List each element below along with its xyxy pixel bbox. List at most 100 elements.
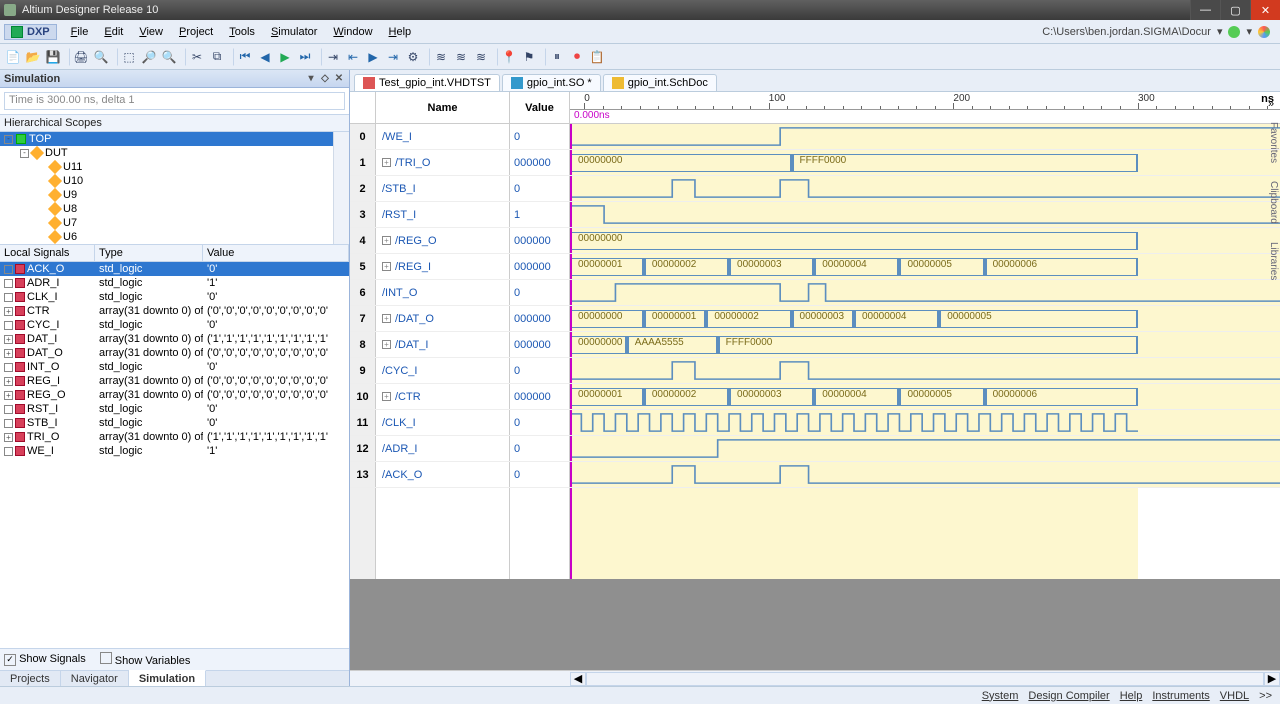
zoom-fit-icon[interactable]: ⬚ [120, 48, 138, 66]
tab-navigator[interactable]: Navigator [61, 671, 129, 686]
cut-icon[interactable]: ✂ [188, 48, 206, 66]
signal-row[interactable]: +REG_Oarray(31 downto 0) of :('0','0','0… [0, 388, 349, 402]
tree-node[interactable]: U11 [0, 160, 349, 174]
step-icon[interactable]: ⇥ [324, 48, 342, 66]
cursor-play-icon[interactable]: ▶ [364, 48, 382, 66]
settings-icon[interactable]: ⚙ [404, 48, 422, 66]
status-vhdl[interactable]: VHDL [1220, 690, 1249, 702]
wave-c-icon[interactable]: ≋ [472, 48, 490, 66]
show-variables-checkbox[interactable]: Show Variables [100, 652, 191, 667]
pin-icon[interactable]: ◇ [319, 73, 331, 85]
menu-file[interactable]: File [63, 23, 97, 41]
wave-row[interactable]: 12/ADR_I0 [350, 436, 1280, 462]
wave-row[interactable]: 11/CLK_I0 [350, 410, 1280, 436]
tree-node[interactable]: U8 [0, 202, 349, 216]
wave-row[interactable]: 10+/CTR000000000000010000000200000003000… [350, 384, 1280, 410]
tree-node[interactable]: U7 [0, 216, 349, 230]
signal-row[interactable]: INT_Ostd_logic'0' [0, 360, 349, 374]
signal-row[interactable]: +CTRarray(31 downto 0) of :('0','0','0',… [0, 304, 349, 318]
stop-icon[interactable]: ⏺ [568, 48, 586, 66]
print-icon[interactable]: 🖨 [72, 48, 90, 66]
color-wheel-icon[interactable] [1258, 26, 1270, 38]
signal-row[interactable]: WE_Istd_logic'1' [0, 444, 349, 458]
wave-row[interactable]: 3/RST_I1 [350, 202, 1280, 228]
menu-edit[interactable]: Edit [96, 23, 131, 41]
preview-icon[interactable]: 🔍 [92, 48, 110, 66]
signal-row[interactable]: +REG_Iarray(31 downto 0) of :('0','0','0… [0, 374, 349, 388]
wave-row[interactable]: 4+/REG_O00000000000000 [350, 228, 1280, 254]
time-ruler[interactable]: 0100200300 0.000ns ns [570, 92, 1280, 123]
new-icon[interactable]: 📄 [4, 48, 22, 66]
signal-row[interactable]: +DAT_Iarray(31 downto 0) of :('1','1','1… [0, 332, 349, 346]
signal-row[interactable]: CLK_Istd_logic'0' [0, 290, 349, 304]
wave-row[interactable]: 2/STB_I0 [350, 176, 1280, 202]
status-more[interactable]: >> [1259, 690, 1272, 702]
recent-path[interactable]: C:\Users\ben.jordan.SIGMA\Docur [1042, 26, 1211, 38]
signal-row[interactable]: ACK_Ostd_logic'0' [0, 262, 349, 276]
favorites-tab[interactable]: Favorites [1262, 116, 1280, 169]
wave-row[interactable]: 9/CYC_I0 [350, 358, 1280, 384]
wave-row[interactable]: 8+/DAT_I00000000000000AAAA5555FFFF0000 [350, 332, 1280, 358]
copy-icon[interactable]: ⧉ [208, 48, 226, 66]
tree-node[interactable]: -DUT [0, 146, 349, 160]
signal-row[interactable]: ADR_Istd_logic'1' [0, 276, 349, 290]
scrollbar[interactable] [333, 132, 349, 244]
zoom-out-icon[interactable]: 🔍 [160, 48, 178, 66]
show-signals-checkbox[interactable]: ✓ Show Signals [4, 653, 86, 666]
wave-row[interactable]: 1+/TRI_O00000000000000FFFF0000 [350, 150, 1280, 176]
tab-simulation[interactable]: Simulation [129, 670, 206, 686]
menu-tools[interactable]: Tools [221, 23, 263, 41]
menu-project[interactable]: Project [171, 23, 221, 41]
horizontal-scrollbar[interactable]: ◀▶ [350, 670, 1280, 686]
doc-tab[interactable]: Test_gpio_int.VHDTST [354, 74, 500, 91]
status-design-compiler[interactable]: Design Compiler [1028, 690, 1109, 702]
cursor-right-icon[interactable]: ⇥ [384, 48, 402, 66]
tab-projects[interactable]: Projects [0, 671, 61, 686]
hierarchy-tree[interactable]: -TOP-DUTU11U10U9U8U7U6 [0, 132, 349, 245]
close-panel-icon[interactable]: ✕ [333, 73, 345, 85]
wave-row[interactable]: 7+/DAT_O00000000000000000000010000000200… [350, 306, 1280, 332]
minimize-button[interactable]: — [1190, 0, 1220, 20]
last-icon[interactable]: ⏭ [296, 48, 314, 66]
signal-row[interactable]: +DAT_Oarray(31 downto 0) of :('0','0','0… [0, 346, 349, 360]
doc-tab[interactable]: gpio_int.SchDoc [603, 74, 717, 91]
maximize-button[interactable]: ▢ [1220, 0, 1250, 20]
clipboard-tab[interactable]: Clipboard [1262, 175, 1280, 230]
wave-a-icon[interactable]: ≋ [432, 48, 450, 66]
panel-header[interactable]: Simulation ▾ ◇ ✕ [0, 70, 349, 88]
wave-row[interactable]: 0/WE_I0 [350, 124, 1280, 150]
marker-icon[interactable]: 📍 [500, 48, 518, 66]
tree-node[interactable]: U6 [0, 230, 349, 244]
signal-row[interactable]: RST_Istd_logic'0' [0, 402, 349, 416]
menu-window[interactable]: Window [325, 23, 380, 41]
signals-grid[interactable]: ACK_Ostd_logic'0'ADR_Istd_logic'1'CLK_Is… [0, 262, 349, 648]
record-icon[interactable]: 📋 [588, 48, 606, 66]
save-icon[interactable]: 💾 [44, 48, 62, 66]
play-icon[interactable]: ▶ [276, 48, 294, 66]
signal-row[interactable]: STB_Istd_logic'0' [0, 416, 349, 430]
more-icon[interactable]: » [1262, 98, 1280, 110]
wave-row[interactable]: 5+/REG_I00000000000001000000020000000300… [350, 254, 1280, 280]
cursor-left-icon[interactable]: ⇤ [344, 48, 362, 66]
flag-icon[interactable]: ⚑ [520, 48, 538, 66]
menu-simulator[interactable]: Simulator [263, 23, 325, 41]
first-icon[interactable]: ⏮ [236, 48, 254, 66]
status-system[interactable]: System [982, 690, 1019, 702]
prev-icon[interactable]: ◀ [256, 48, 274, 66]
doc-tab[interactable]: gpio_int.SO * [502, 74, 601, 91]
open-icon[interactable]: 📂 [24, 48, 42, 66]
tree-node[interactable]: -TOP [0, 132, 349, 146]
signal-row[interactable]: CYC_Istd_logic'0' [0, 318, 349, 332]
menu-help[interactable]: Help [381, 23, 420, 41]
dxp-button[interactable]: DXP [4, 24, 57, 40]
wave-b-icon[interactable]: ≋ [452, 48, 470, 66]
close-button[interactable]: ✕ [1250, 0, 1280, 20]
status-help[interactable]: Help [1120, 690, 1143, 702]
tree-node[interactable]: U9 [0, 188, 349, 202]
zoom-in-icon[interactable]: 🔎 [140, 48, 158, 66]
menu-view[interactable]: View [131, 23, 171, 41]
dropdown-icon[interactable]: ▾ [305, 73, 317, 85]
waveform-rows[interactable]: 0/WE_I01+/TRI_O00000000000000FFFF00002/S… [350, 124, 1280, 488]
libraries-tab[interactable]: Libraries [1262, 236, 1280, 286]
wave-row[interactable]: 13/ACK_O0 [350, 462, 1280, 488]
